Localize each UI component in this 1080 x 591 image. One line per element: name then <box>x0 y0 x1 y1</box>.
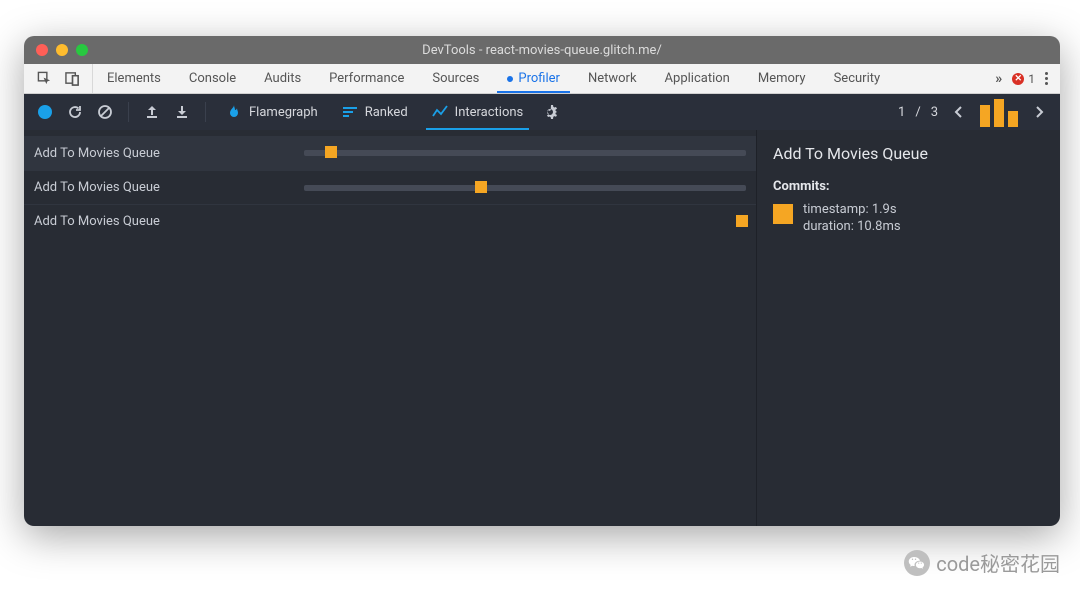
interaction-track <box>304 185 746 191</box>
reload-button[interactable] <box>64 101 86 123</box>
error-badge[interactable]: ✕ 1 <box>1012 72 1035 86</box>
tab-sources[interactable]: Sources <box>418 64 493 93</box>
interaction-row[interactable]: Add To Movies Queue <box>24 204 756 238</box>
error-icon: ✕ <box>1012 73 1024 85</box>
tab-security[interactable]: Security <box>820 64 895 93</box>
commit-swatch-icon <box>773 204 793 224</box>
tab-profiler[interactable]: Profiler <box>493 64 574 93</box>
window-title: DevTools - react-movies-queue.glitch.me/ <box>24 43 1060 58</box>
tab-memory[interactable]: Memory <box>744 64 820 93</box>
commit-bar[interactable] <box>1008 111 1018 127</box>
commit-total: 3 <box>931 105 938 120</box>
interaction-track <box>304 219 746 225</box>
clear-button[interactable] <box>94 101 116 123</box>
profiler-settings-button[interactable] <box>539 101 561 123</box>
interaction-label: Add To Movies Queue <box>34 146 304 161</box>
upload-button[interactable] <box>141 101 163 123</box>
interaction-track <box>304 150 746 156</box>
titlebar: DevTools - react-movies-queue.glitch.me/ <box>24 36 1060 64</box>
error-count: 1 <box>1028 72 1035 86</box>
tab-label: Sources <box>432 71 479 86</box>
tab-label: Security <box>834 71 881 86</box>
device-toggle-icon[interactable] <box>64 71 80 87</box>
more-tabs-icon[interactable]: » <box>995 71 1002 87</box>
commit-current: 1 <box>898 105 905 120</box>
commit-bar[interactable] <box>994 99 1004 127</box>
tabstrip-left-controls <box>24 64 93 93</box>
devtools-window: DevTools - react-movies-queue.glitch.me/… <box>24 36 1060 526</box>
tab-elements[interactable]: Elements <box>93 64 175 93</box>
commits-header: Commits: <box>773 179 1044 194</box>
commit-entry[interactable]: timestamp: 1.9s duration: 10.8ms <box>773 202 1044 234</box>
tab-label: Memory <box>758 71 806 86</box>
watermark-text: code秘密花园 <box>936 548 1060 577</box>
interaction-marker[interactable] <box>736 215 748 227</box>
commit-duration: duration: 10.8ms <box>803 219 901 234</box>
tabstrip-right-controls: » ✕ 1 <box>983 64 1060 93</box>
record-button[interactable] <box>34 101 56 123</box>
interaction-row[interactable]: Add To Movies Queue <box>24 170 756 204</box>
interaction-label: Add To Movies Queue <box>34 214 304 229</box>
next-commit-button[interactable] <box>1028 101 1050 123</box>
flame-icon <box>226 104 242 120</box>
ranked-tab[interactable]: Ranked <box>334 94 416 130</box>
interactions-tab[interactable]: Interactions <box>424 94 532 130</box>
gear-icon <box>542 104 558 120</box>
interactions-icon <box>432 104 448 120</box>
commit-navigator: 1 / 3 <box>898 97 1050 127</box>
interaction-row[interactable]: Add To Movies Queue <box>24 136 756 170</box>
tab-network[interactable]: Network <box>574 64 651 93</box>
wechat-icon <box>904 550 930 576</box>
tab-application[interactable]: Application <box>651 64 744 93</box>
tab-label: Console <box>189 71 236 86</box>
download-button[interactable] <box>171 101 193 123</box>
tab-label: Audits <box>264 71 301 86</box>
tab-audits[interactable]: Audits <box>250 64 315 93</box>
interactions-list: Add To Movies Queue Add To Movies Queue Ad… <box>24 130 756 526</box>
active-tab-dot-icon <box>507 76 513 82</box>
commit-bars[interactable] <box>980 97 1018 127</box>
devtools-tabstrip: Elements Console Audits Performance Sources P… <box>24 64 1060 94</box>
interaction-marker[interactable] <box>475 181 487 193</box>
tab-console[interactable]: Console <box>175 64 250 93</box>
commit-bar[interactable] <box>980 105 990 127</box>
interaction-marker[interactable] <box>325 146 337 158</box>
profiler-view-tabs: Flamegraph Ranked Interactions <box>218 94 531 130</box>
settings-kebab-icon[interactable] <box>1045 72 1048 85</box>
window-minimize-button[interactable] <box>56 44 68 56</box>
commit-details-pane: Add To Movies Queue Commits: timestamp: … <box>756 130 1060 526</box>
tab-label: Elements <box>107 71 161 86</box>
flamegraph-tab[interactable]: Flamegraph <box>218 94 326 130</box>
tab-label: Application <box>665 71 730 86</box>
profiler-toolbar: Flamegraph Ranked Interactions 1 / 3 <box>24 94 1060 130</box>
interaction-label: Add To Movies Queue <box>34 180 304 195</box>
tab-label: Performance <box>329 71 404 86</box>
inspect-element-icon[interactable] <box>36 71 52 87</box>
window-maximize-button[interactable] <box>76 44 88 56</box>
commit-timestamp: timestamp: 1.9s <box>803 202 901 217</box>
prev-commit-button[interactable] <box>948 101 970 123</box>
window-close-button[interactable] <box>36 44 48 56</box>
watermark: code秘密花园 <box>904 548 1060 577</box>
details-title: Add To Movies Queue <box>773 144 1044 163</box>
tab-performance[interactable]: Performance <box>315 64 418 93</box>
tab-label: Profiler <box>518 71 560 86</box>
devtools-tabs: Elements Console Audits Performance Sources P… <box>93 64 983 93</box>
ranked-icon <box>342 104 358 120</box>
tab-label: Network <box>588 71 637 86</box>
profiler-main: Add To Movies QueueAdd To Movies QueueAd… <box>24 130 1060 526</box>
traffic-lights <box>24 44 88 56</box>
